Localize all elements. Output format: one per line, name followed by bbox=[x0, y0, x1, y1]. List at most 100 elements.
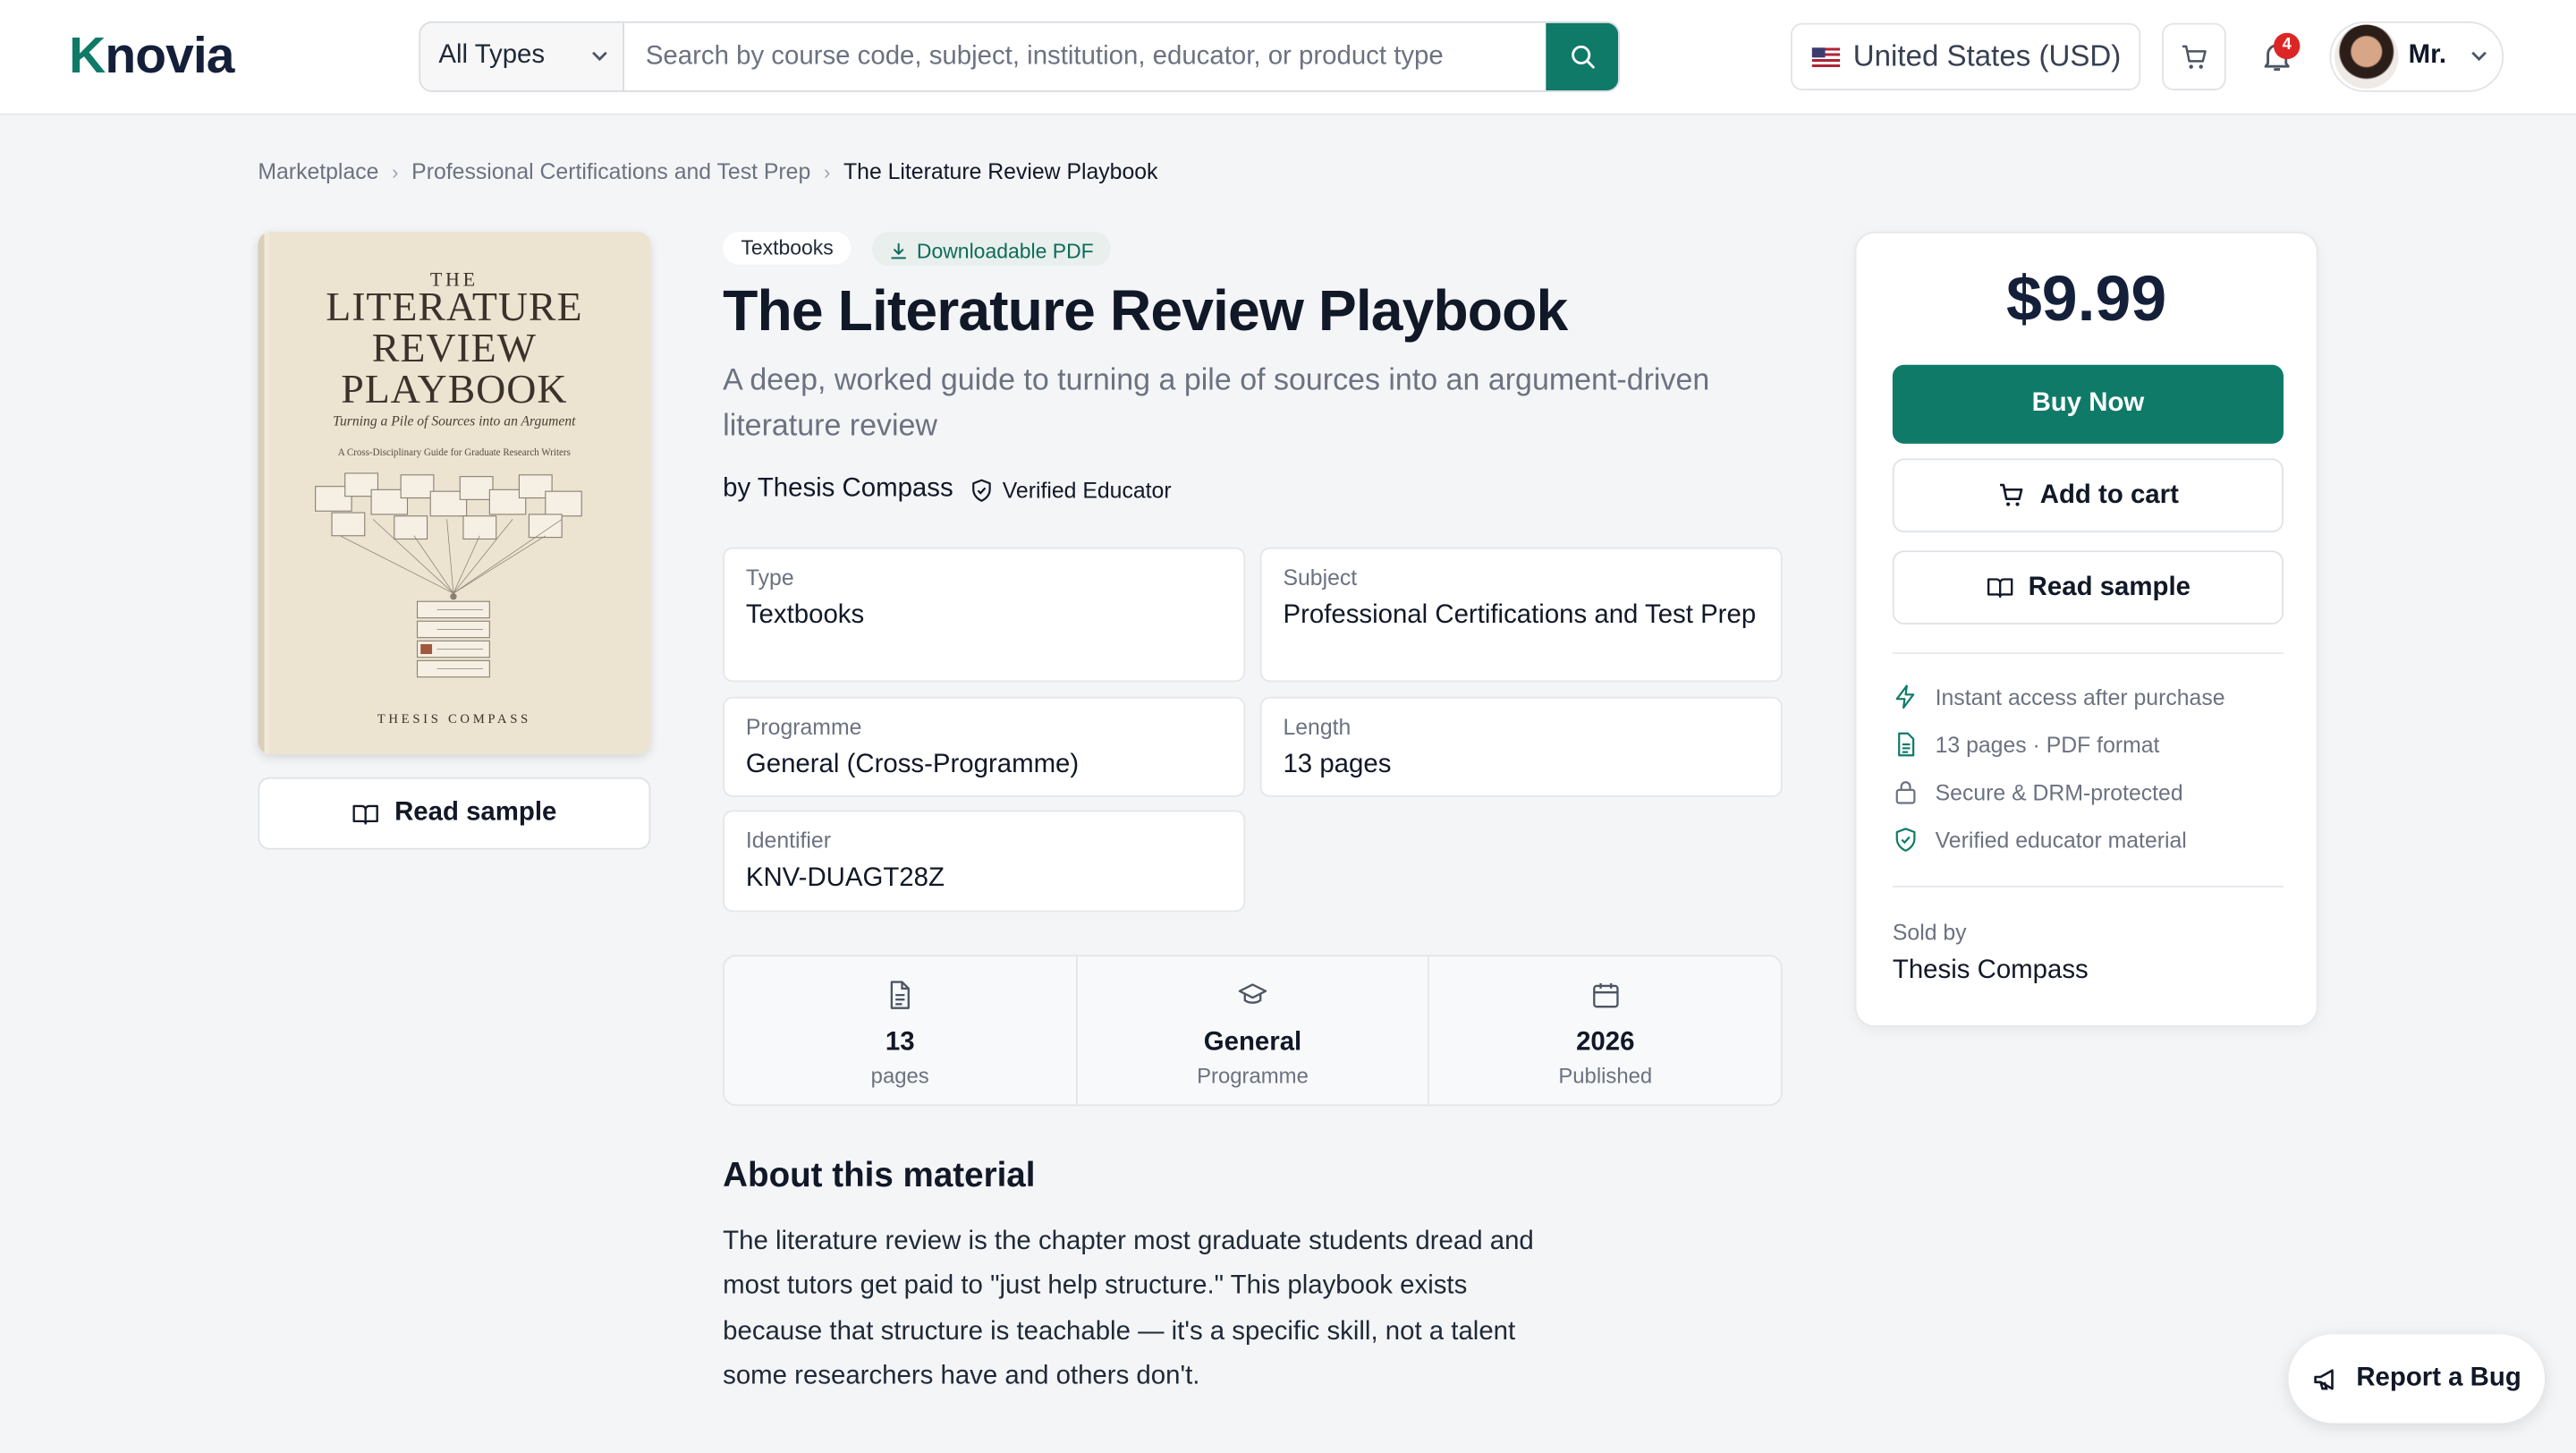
stat-published: 2026 Published bbox=[1430, 956, 1781, 1104]
breadcrumb-marketplace[interactable]: Marketplace bbox=[258, 159, 378, 184]
search-button[interactable] bbox=[1546, 22, 1619, 91]
shield-check-icon bbox=[1895, 828, 1916, 852]
avatar bbox=[2334, 24, 2399, 89]
download-icon bbox=[891, 242, 907, 259]
chevron-down-icon bbox=[2471, 51, 2487, 62]
stats-strip: 13 pages General Programme 2026 Publishe… bbox=[723, 955, 1783, 1107]
product-subtitle: A deep, worked guide to turning a pile o… bbox=[723, 361, 1710, 443]
read-sample-button[interactable]: Read sample bbox=[1892, 550, 2284, 625]
verified-label: Verified Educator bbox=[1002, 477, 1172, 503]
lock-icon bbox=[1895, 781, 1916, 804]
field-label: Subject bbox=[1283, 565, 1358, 591]
pdf-tag-label: Downloadable PDF bbox=[916, 240, 1094, 263]
cover-subtitle-2: A Cross-Disciplinary Guide for Graduate … bbox=[337, 448, 571, 459]
report-bug-button[interactable]: Report a Bug bbox=[2288, 1334, 2546, 1423]
us-flag-icon bbox=[1811, 47, 1841, 67]
breadcrumb: Marketplace › Professional Certification… bbox=[258, 159, 1157, 184]
read-sample-label: Read sample bbox=[394, 798, 557, 827]
identifier-field: Identifier KNV-DUAGT28Z bbox=[723, 810, 1246, 913]
feature-label: Verified educator material bbox=[1935, 827, 2187, 853]
feature-pages: 13 pages · PDF format bbox=[1893, 731, 2159, 757]
buy-now-button[interactable]: Buy Now bbox=[1892, 364, 2284, 444]
field-label: Programme bbox=[745, 714, 862, 740]
cart-icon bbox=[1999, 483, 2022, 506]
graduation-cap-icon bbox=[1238, 983, 1267, 1004]
pdf-tag: Downloadable PDF bbox=[872, 231, 1111, 267]
stat-value: General bbox=[1203, 1028, 1302, 1057]
top-nav: Knovia All Types United States (USD) 4 M… bbox=[0, 0, 2576, 115]
cart-button[interactable] bbox=[2162, 22, 2226, 91]
read-sample-label: Read sample bbox=[2028, 573, 2190, 601]
feature-label: Secure & DRM-protected bbox=[1935, 779, 2183, 805]
divider bbox=[1892, 652, 2284, 655]
about-heading: About this material bbox=[723, 1157, 1036, 1195]
chevron-right-icon: › bbox=[823, 160, 831, 183]
feature-instant-access: Instant access after purchase bbox=[1893, 684, 2225, 710]
search-icon bbox=[1571, 45, 1594, 69]
length-field: Length 13 pages bbox=[1259, 696, 1783, 797]
document-icon bbox=[891, 981, 911, 1009]
verified-badge: Verified Educator bbox=[970, 477, 1172, 503]
feature-label: Instant access after purchase bbox=[1935, 684, 2225, 710]
stat-value: 13 bbox=[885, 1028, 915, 1057]
user-menu[interactable]: Mr. bbox=[2329, 21, 2504, 92]
book-open-icon bbox=[352, 803, 379, 824]
purchase-panel: $9.99 Buy Now Add to cart Read sample In… bbox=[1854, 231, 2318, 1027]
sold-by-label: Sold by bbox=[1892, 920, 1967, 946]
stat-value: 2026 bbox=[1576, 1028, 1635, 1057]
chevron-down-icon bbox=[592, 51, 607, 62]
document-icon bbox=[1898, 732, 1915, 757]
cover-title-line: LITERATURE bbox=[326, 285, 583, 331]
field-value: KNV-DUAGT28Z bbox=[745, 864, 945, 893]
book-cover: THE LITERATURE REVIEW PLAYBOOK Turning a… bbox=[258, 231, 651, 755]
currency-selector[interactable]: United States (USD) bbox=[1791, 22, 2141, 91]
cart-icon bbox=[2182, 44, 2206, 68]
field-value: 13 pages bbox=[1283, 751, 1392, 779]
report-bug-label: Report a Bug bbox=[2356, 1364, 2521, 1392]
add-to-cart-button[interactable]: Add to cart bbox=[1892, 458, 2284, 533]
field-value: General (Cross-Programme) bbox=[745, 751, 1080, 779]
search-bar: All Types bbox=[419, 21, 1620, 92]
stat-pages: 13 pages bbox=[724, 956, 1078, 1105]
cover-title-line: REVIEW bbox=[371, 327, 537, 372]
stat-caption: Published bbox=[1558, 1063, 1653, 1088]
stat-caption: pages bbox=[870, 1063, 929, 1088]
programme-field: Programme General (Cross-Programme) bbox=[723, 696, 1246, 797]
stat-programme: General Programme bbox=[1077, 956, 1430, 1105]
type-select[interactable]: All Types bbox=[420, 22, 624, 91]
product-title: The Literature Review Playbook bbox=[723, 279, 1568, 344]
search-input[interactable] bbox=[625, 22, 1548, 91]
add-to-cart-label: Add to cart bbox=[2039, 480, 2179, 509]
cover-illustration bbox=[315, 472, 582, 678]
book-open-icon bbox=[1987, 578, 2012, 599]
type-select-value: All Types bbox=[438, 40, 546, 70]
field-value: Textbooks bbox=[745, 601, 865, 630]
about-body: The literature review is the chapter mos… bbox=[723, 1228, 1534, 1390]
chevron-right-icon: › bbox=[392, 160, 399, 183]
cover-subtitle: Turning a Pile of Sources into an Argume… bbox=[333, 412, 576, 429]
breadcrumb-current: The Literature Review Playbook bbox=[843, 159, 1158, 184]
read-sample-button[interactable]: Read sample bbox=[258, 777, 651, 850]
user-name: Mr. bbox=[2408, 40, 2447, 70]
knovia-logo[interactable]: Knovia bbox=[69, 26, 234, 85]
type-tag: Textbooks bbox=[723, 231, 852, 265]
cover-title-line: PLAYBOOK bbox=[341, 368, 568, 413]
field-label: Length bbox=[1283, 714, 1352, 740]
megaphone-icon bbox=[2314, 1368, 2334, 1389]
calendar-icon bbox=[1592, 983, 1619, 1008]
byline: by Thesis Compass Verified Educator bbox=[723, 475, 1171, 505]
field-label: Type bbox=[745, 565, 794, 591]
seller-name[interactable]: Thesis Compass bbox=[1893, 956, 2089, 986]
feature-secure: Secure & DRM-protected bbox=[1893, 779, 2183, 805]
lightning-icon bbox=[1895, 684, 1915, 710]
cover-author: THESIS COMPASS bbox=[377, 711, 531, 726]
field-label: Identifier bbox=[745, 828, 831, 854]
cover-title: LITERATURE REVIEW PLAYBOOK bbox=[258, 287, 650, 411]
author-name[interactable]: by Thesis Compass bbox=[723, 475, 953, 505]
divider bbox=[1892, 885, 2284, 888]
type-field: Type Textbooks bbox=[723, 547, 1246, 683]
breadcrumb-category[interactable]: Professional Certifications and Test Pre… bbox=[411, 159, 810, 184]
currency-label: United States (USD) bbox=[1852, 39, 2122, 72]
field-value: Professional Certifications and Test Pre… bbox=[1283, 601, 1757, 630]
price: $9.99 bbox=[2005, 264, 2167, 336]
